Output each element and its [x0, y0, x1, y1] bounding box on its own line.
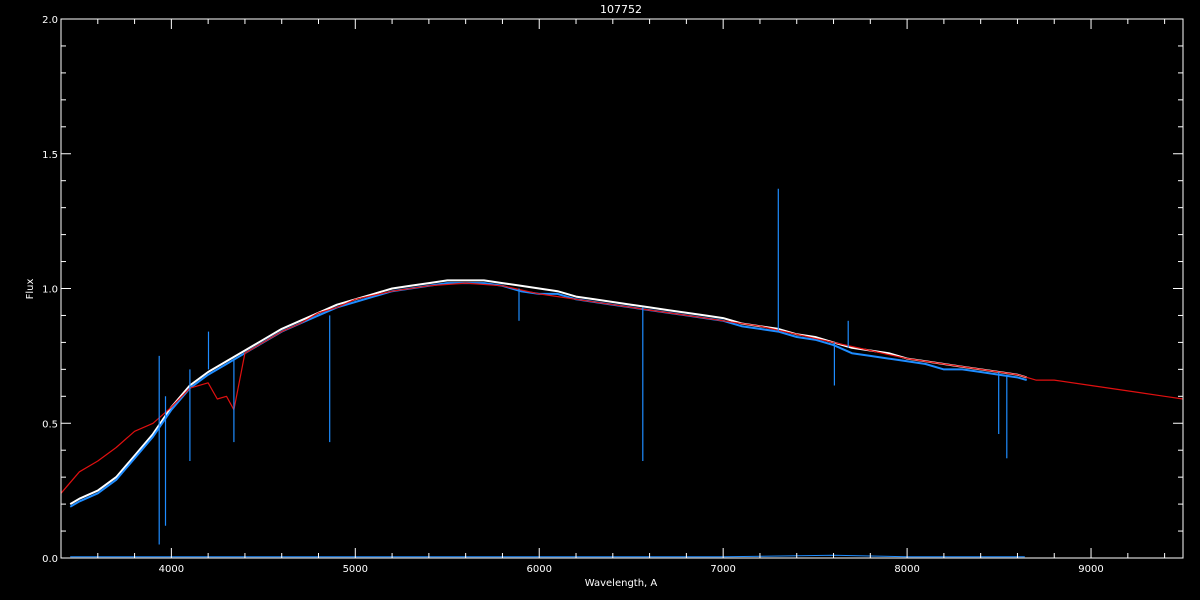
x-tick-label: 6000 — [527, 564, 552, 575]
y-tick-label: 1.5 — [42, 150, 58, 161]
y-tick-label: 0.5 — [42, 419, 58, 430]
y-tick-label: 1.0 — [42, 285, 58, 296]
x-tick-label: 7000 — [710, 564, 735, 575]
spectrum-chart: 107752 Wavelength, A Flux 4000 5000 6000 70… — [0, 0, 1200, 600]
x-tick-label: 9000 — [1078, 564, 1103, 575]
chart-title: 107752 — [600, 3, 642, 16]
x-axis-label: Wavelength, A — [585, 578, 658, 589]
y-tick-label: 0.0 — [42, 554, 58, 565]
x-tick-label: 8000 — [894, 564, 919, 575]
x-tick-label: 4000 — [159, 564, 184, 575]
chart-canvas: 107752 Wavelength, A Flux 4000 5000 6000 70… — [0, 0, 1200, 600]
y-axis-label: Flux — [25, 279, 36, 300]
y-tick-label: 2.0 — [42, 15, 58, 26]
x-tick-label: 5000 — [343, 564, 368, 575]
